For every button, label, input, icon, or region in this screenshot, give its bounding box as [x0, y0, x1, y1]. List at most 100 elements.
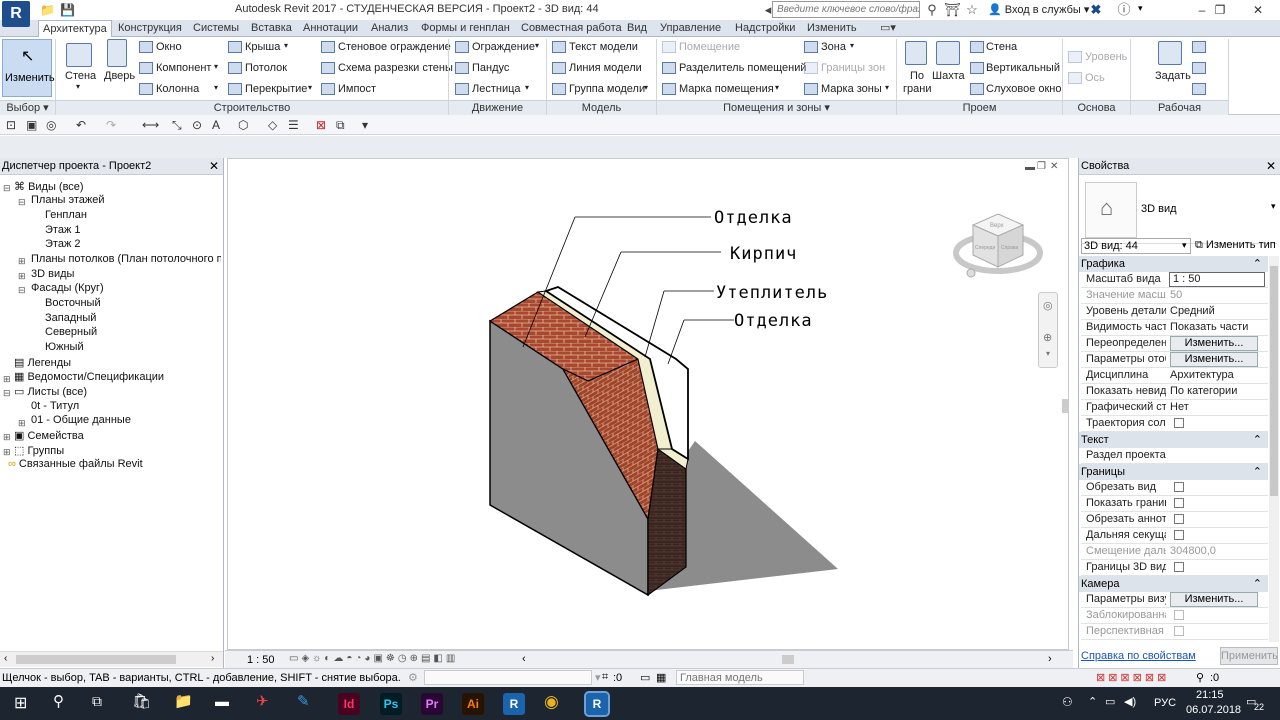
- view-scale[interactable]: 1 : 50: [247, 654, 275, 666]
- search-input[interactable]: Введите ключевое слово/фразу: [772, 1, 920, 18]
- expand-icon[interactable]: ⊞: [3, 447, 11, 458]
- view-control-icons[interactable]: ▭◈☼◐☁◓◔◕▣☸◷⊕▤◧▥: [289, 653, 458, 664]
- wall-icon[interactable]: [66, 43, 92, 67]
- column-dropdown-icon[interactable]: ▾: [214, 83, 218, 92]
- column-button[interactable]: Колонна: [156, 83, 199, 95]
- signin-button[interactable]: 👤 Вход в службы ▾: [988, 3, 1089, 16]
- viewcube-home-icon[interactable]: [966, 268, 976, 278]
- door-button-label[interactable]: Дверь: [104, 70, 135, 82]
- file-explorer-icon[interactable]: 📁: [174, 692, 193, 710]
- tree-ceiling-plans[interactable]: Планы потолков (План потолочного пок: [31, 253, 221, 265]
- railing-dropdown-icon[interactable]: ▾: [535, 41, 539, 50]
- save-icon[interactable]: ▣: [26, 118, 37, 132]
- curtain-system-button[interactable]: Стеновое ограждение: [338, 41, 451, 53]
- store-icon[interactable]: 🛍: [132, 692, 151, 710]
- indesign-icon[interactable]: Id: [338, 693, 360, 715]
- room-separator-icon[interactable]: [662, 62, 676, 74]
- tab-annotate[interactable]: Аннотации: [303, 20, 358, 37]
- tree-families[interactable]: ▣ Семейства: [14, 429, 84, 442]
- room-separator-button[interactable]: Разделитель помещений: [679, 62, 807, 74]
- customize-qat-icon[interactable]: ▾: [362, 118, 368, 132]
- crop-view-checkbox[interactable]: [1174, 482, 1184, 492]
- scrollbar-thumb[interactable]: [1270, 266, 1278, 496]
- set-workplane-icon[interactable]: [1158, 41, 1182, 65]
- tab-view[interactable]: Вид: [627, 20, 647, 37]
- area-tag-dropdown-icon[interactable]: ▾: [885, 83, 889, 92]
- annotation-crop-checkbox[interactable]: [1174, 514, 1184, 524]
- tab-analyze[interactable]: Анализ: [371, 20, 408, 37]
- quick-save-icon[interactable]: 💾: [60, 3, 75, 17]
- photoshop-icon[interactable]: Ps: [380, 693, 402, 715]
- tree-schedules[interactable]: ▦ Ведомости/Спецификации: [14, 370, 164, 383]
- tab-addins[interactable]: Надстройки: [735, 20, 795, 37]
- window-button[interactable]: Окно: [156, 41, 182, 53]
- scroll-right-icon[interactable]: ›: [211, 653, 214, 664]
- collapse-section-icon[interactable]: ⌃: [1253, 432, 1262, 448]
- section-graphics[interactable]: Графика ⌃: [1079, 256, 1268, 272]
- wall-opening-icon[interactable]: [970, 41, 984, 53]
- application-menu-button[interactable]: R: [2, 1, 30, 27]
- chrome-icon[interactable]: ◉: [544, 692, 559, 712]
- wall-button-label[interactable]: Стена: [65, 70, 96, 82]
- workset-dropdown-icon[interactable]: ▾: [595, 671, 601, 684]
- measure-icon[interactable]: ⟷: [142, 118, 159, 132]
- area-tag-icon[interactable]: [804, 83, 818, 95]
- autodesk-app-icon[interactable]: ✈: [256, 692, 269, 710]
- design-option-dropdown[interactable]: Главная модель: [676, 670, 804, 685]
- by-face-button-line2[interactable]: грани: [903, 83, 931, 95]
- by-face-button-line1[interactable]: По: [910, 70, 924, 82]
- undo-icon[interactable]: ↶: [76, 118, 86, 132]
- component-button[interactable]: Компонент: [156, 62, 211, 74]
- model-text-icon[interactable]: [552, 41, 566, 53]
- collapse-icon[interactable]: ⊟: [3, 183, 11, 194]
- tab-insert[interactable]: Вставка: [251, 20, 292, 37]
- graphic-style-value[interactable]: Нет: [1170, 401, 1266, 413]
- tree-views-all[interactable]: ⌘ Виды (все): [14, 180, 84, 193]
- model-group-icon[interactable]: [552, 83, 566, 95]
- section-icon[interactable]: ◇: [268, 118, 277, 132]
- roof-icon[interactable]: [228, 41, 242, 53]
- section-camera[interactable]: Камера ⌃: [1079, 576, 1268, 592]
- maximize-button[interactable]: ❐: [1202, 0, 1238, 20]
- room-tag-dropdown-icon[interactable]: ▾: [775, 83, 779, 92]
- vertical-opening-icon[interactable]: [970, 62, 984, 74]
- close-hidden-windows-icon[interactable]: ⊠: [316, 118, 326, 132]
- stair-dropdown-icon[interactable]: ▾: [525, 83, 529, 92]
- view-scale-input[interactable]: 1 : 50: [1169, 272, 1265, 287]
- thin-lines-icon[interactable]: ☰: [288, 118, 299, 132]
- type-selector[interactable]: ⌂ 3D вид ▾: [1081, 178, 1277, 244]
- expand-icon[interactable]: ⊞: [18, 271, 26, 282]
- tree-sheets[interactable]: ▭ Листы (все): [14, 385, 87, 398]
- tree-3d-views[interactable]: 3D виды: [31, 268, 74, 280]
- sun-path-checkbox[interactable]: [1174, 418, 1184, 428]
- discipline-value[interactable]: Архитектура: [1170, 369, 1266, 381]
- collapse-section-icon[interactable]: ⌃: [1253, 576, 1262, 592]
- ceiling-button[interactable]: Потолок: [245, 62, 287, 74]
- binoculars-icon[interactable]: ⚲: [924, 2, 940, 18]
- view-vertical-scrollbar[interactable]: [1062, 399, 1068, 413]
- quick-open-icon[interactable]: 📁: [40, 3, 55, 17]
- model-line-button[interactable]: Линия модели: [569, 62, 642, 74]
- task-view-icon[interactable]: ⧉: [92, 693, 102, 710]
- modify-button[interactable]: ↖ Изменить: [2, 39, 55, 97]
- set-workplane-button[interactable]: Задать: [1155, 70, 1191, 82]
- ramp-icon[interactable]: [455, 62, 469, 74]
- model-group-button[interactable]: Группа модели: [569, 83, 645, 95]
- shaft-button[interactable]: Шахта: [932, 70, 965, 82]
- ceiling-icon[interactable]: [228, 62, 242, 74]
- help-icon[interactable]: ⓘ: [1116, 2, 1132, 18]
- tab-architecture[interactable]: Архитектура: [38, 20, 112, 37]
- browser-horizontal-scrollbar[interactable]: ‹ ›: [0, 651, 223, 667]
- tag-icon[interactable]: ⊙: [192, 118, 202, 132]
- mullion-button[interactable]: Импост: [338, 83, 376, 95]
- expand-icon[interactable]: ⊞: [3, 432, 11, 443]
- show-workplane-icon[interactable]: [1192, 41, 1206, 53]
- viewer-icon[interactable]: [1192, 83, 1206, 95]
- window-icon[interactable]: [139, 41, 153, 53]
- render-settings-edit-button[interactable]: Изменить...: [1170, 592, 1258, 607]
- revit-active-taskbar-icon[interactable]: R: [584, 691, 610, 717]
- close-window-button[interactable]: ✕: [1240, 0, 1276, 20]
- tab-collaborate[interactable]: Совместная работа: [521, 20, 622, 37]
- zoom-dropdown-icon[interactable]: ▾: [1046, 349, 1050, 358]
- properties-help-link[interactable]: Справка по свойствам: [1081, 650, 1196, 662]
